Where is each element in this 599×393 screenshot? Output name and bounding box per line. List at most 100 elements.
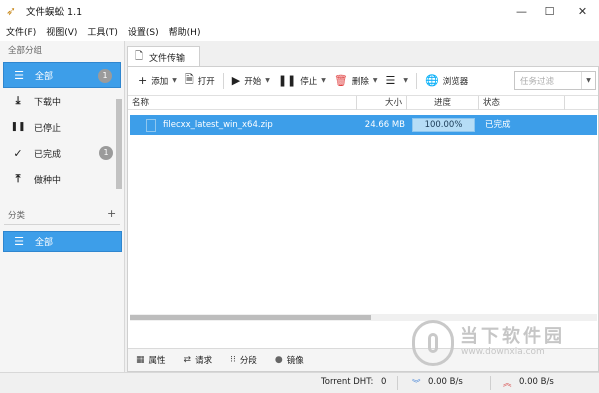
status-divider [397, 376, 398, 390]
dht-label: Torrent DHT: [321, 377, 374, 387]
sidebar-item-label: 下载中 [34, 97, 62, 108]
tab-label: 镜像 [286, 356, 304, 366]
stop-button[interactable]: ❚❚ 停止 ▼ [274, 70, 330, 92]
browser-label: 浏览器 [442, 76, 469, 87]
chevron-down-icon[interactable]: ▼ [172, 77, 177, 84]
more-menu-button[interactable]: ☰ ▼ [382, 70, 413, 92]
file-name: filecxx_latest_win_x64.zip [163, 120, 273, 130]
row-name-cell: filecxx_latest_win_x64.zip [130, 115, 359, 135]
upload-speed-icon: ︽ [503, 379, 512, 389]
menu-bar: 文件(F) 视图(V) 工具(T) 设置(S) 帮助(H) [0, 22, 599, 41]
sidebar-item-completed[interactable]: ✓ 已完成 1 [3, 140, 121, 166]
sidebar-item-label: 做种中 [34, 175, 62, 186]
download-icon: ⤓ [15, 94, 21, 107]
watermark: 当下软件园 www.downxia.com [412, 318, 592, 372]
status-divider [490, 376, 491, 390]
toolbar-divider [222, 72, 224, 89]
list-icon: ☰ [14, 235, 24, 248]
tab-properties[interactable]: ▦ 属性 [136, 354, 166, 366]
column-name[interactable]: 名称 [128, 96, 357, 110]
sidebar-item-label: 已完成 [34, 149, 62, 160]
menu-file[interactable]: 文件(F) [2, 25, 40, 38]
add-category-button[interactable]: + [107, 207, 116, 220]
group-header: 全部分组 [8, 46, 43, 56]
chevron-down-icon[interactable]: ▼ [581, 72, 595, 89]
count-badge: 1 [99, 146, 113, 160]
stop-label: 停止 [300, 76, 318, 87]
menu-view[interactable]: 视图(V) [42, 25, 81, 38]
category-item-all[interactable]: ☰ 全部 [3, 231, 122, 252]
row-progress-cell: 100.00% [409, 115, 481, 135]
title-bar: ➶ 文件蜈蚣 1.1 — ☐ ✕ [0, 0, 599, 22]
dht-value: 0 [381, 377, 387, 387]
tab-mirrors[interactable]: ● 镜像 [275, 354, 304, 366]
tab-segments[interactable]: ⁝⁝ 分段 [230, 354, 257, 366]
sidebar-scrollbar[interactable] [116, 99, 122, 189]
globe-icon: 🌐 [425, 74, 439, 87]
chevron-down-icon[interactable]: ▼ [373, 77, 378, 84]
pause-icon: ❚❚ [277, 74, 297, 87]
watermark-brand: 当下软件园 [460, 326, 565, 347]
watermark-url: www.downxia.com [461, 347, 545, 357]
start-button[interactable]: ▶ 开始 ▼ [228, 70, 274, 92]
tab-requests[interactable]: ⇄ 请求 [184, 354, 213, 366]
count-badge: 1 [98, 69, 112, 83]
sidebar-item-label: 已停止 [34, 123, 62, 134]
file-icon: 🗋 [135, 50, 144, 62]
menu-icon: ☰ [385, 74, 396, 87]
sidebar-item-downloading[interactable]: ⤓ 下载中 [3, 88, 121, 114]
task-filter-placeholder[interactable]: 任务过滤 [520, 75, 581, 87]
sidebar-item-stopped[interactable]: ❚❚ 已停止 [3, 114, 121, 140]
table-row[interactable]: filecxx_latest_win_x64.zip 24.66 MB 100.… [130, 115, 597, 135]
sidebar: 全部分组 ☰ 全部 1 ⤓ 下载中 ❚❚ 已停止 ✓ 已完成 1 ⤒ 做种中 分… [0, 41, 125, 372]
chevron-down-icon[interactable]: ▼ [403, 77, 408, 84]
close-button[interactable]: ✕ [566, 0, 599, 22]
task-filter-combobox[interactable]: 任务过滤 ▼ [514, 71, 596, 90]
window-title: 文件蜈蚣 1.1 [26, 7, 83, 18]
plus-icon: + [138, 74, 148, 87]
tab-bar: 🗋 文件传输 [126, 41, 599, 67]
toolbar: + 添加 ▼ 🗎 打开 ▶ 开始 ▼ ❚❚ 停止 ▼ 🗑 删除 ▼ ☰ ▼ 🌐 … [128, 67, 598, 94]
sidebar-item-all[interactable]: ☰ 全部 1 [3, 62, 121, 88]
upload-speed: 0.00 B/s [519, 377, 554, 387]
download-speed-icon: ︾ [412, 379, 421, 389]
tab-file-transfer[interactable]: 🗋 文件传输 [127, 46, 200, 67]
tab-label: 属性 [148, 356, 166, 366]
start-label: 开始 [244, 76, 262, 87]
pause-icon: ❚❚ [10, 122, 26, 132]
check-icon: ✓ [13, 146, 23, 160]
open-file-icon: 🗎 [184, 73, 194, 86]
column-progress[interactable]: 进度 [407, 96, 479, 110]
add-label: 添加 [151, 76, 169, 87]
maximize-button[interactable]: ☐ [533, 0, 566, 22]
file-size: 24.66 MB [359, 115, 409, 135]
delete-label: 删除 [351, 76, 369, 87]
add-button[interactable]: + 添加 ▼ [134, 70, 181, 92]
chevron-down-icon[interactable]: ▼ [321, 77, 326, 84]
menu-help[interactable]: 帮助(H) [165, 25, 205, 38]
column-size[interactable]: 大小 [357, 96, 407, 110]
progress-text: 100.00% [424, 120, 463, 130]
table-header: 名称 大小 进度 状态 [128, 95, 598, 110]
open-button[interactable]: 🗎 打开 [181, 70, 219, 92]
chevron-down-icon[interactable]: ▼ [265, 77, 270, 84]
progress-bar: 100.00% [412, 118, 475, 132]
app-logo-icon: ➶ [6, 4, 17, 18]
browser-button[interactable]: 🌐 浏览器 [421, 70, 472, 92]
menu-tools[interactable]: 工具(T) [83, 25, 122, 38]
watermark-logo [412, 320, 454, 366]
segments-icon: ⁝⁝ [230, 355, 236, 365]
mirror-icon: ● [274, 355, 283, 365]
sidebar-item-seeding[interactable]: ⤒ 做种中 [3, 166, 121, 192]
download-speed: 0.00 B/s [428, 377, 463, 387]
scrollbar-thumb[interactable] [130, 315, 371, 320]
category-item-label: 全部 [35, 238, 54, 248]
column-status[interactable]: 状态 [479, 96, 565, 110]
trash-icon: 🗑 [333, 74, 348, 87]
list-icon: ☰ [14, 68, 24, 82]
delete-button[interactable]: 🗑 删除 ▼ [330, 70, 382, 92]
tab-label: 请求 [195, 356, 213, 366]
open-label: 打开 [197, 76, 215, 87]
tab-label: 文件传输 [149, 53, 186, 64]
menu-settings[interactable]: 设置(S) [124, 25, 163, 38]
